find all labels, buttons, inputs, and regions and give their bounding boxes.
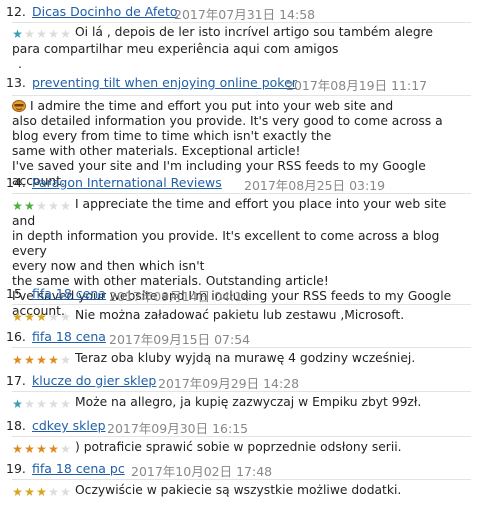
rating-stars: ★★★★★	[12, 199, 72, 214]
rating-stars: ★★★★★	[12, 442, 72, 457]
comment-text-line: .	[18, 57, 22, 71]
star-filled-icon: ★	[36, 310, 47, 324]
comment-body: ★★★★★ Oczywiście w pakiecie są wszystkie …	[12, 479, 471, 500]
star-filled-icon: ★	[48, 442, 59, 456]
comment-number: 14.	[6, 175, 26, 190]
star-filled-icon: ★	[24, 199, 35, 213]
comment-number: 17.	[6, 373, 26, 388]
comment-author-link[interactable]: fifa 18 cena	[32, 329, 106, 344]
star-filled-icon: ★	[24, 485, 35, 499]
star-empty-icon: ★	[36, 27, 47, 41]
star-filled-icon: ★	[12, 199, 23, 213]
comment-text-line: in depth information you provide. It's e…	[12, 229, 440, 258]
comment-author-link[interactable]: fifa 18 cena	[32, 286, 106, 301]
star-filled-icon: ★	[12, 485, 23, 499]
rating-stars: ★★★★★	[12, 485, 72, 500]
star-filled-icon: ★	[36, 442, 47, 456]
star-filled-icon: ★	[36, 353, 47, 367]
comment-text-line: every now and then which isn't	[12, 259, 205, 273]
star-filled-icon: ★	[12, 27, 23, 41]
rating-stars: ★★★★★	[12, 310, 72, 325]
comment-author-link[interactable]: Dicas Docinho de Afeto	[32, 4, 178, 19]
comment-body: ★★★★★ Nie można załadować pakietu lub zes…	[12, 304, 471, 325]
comment-number: 19.	[6, 461, 26, 476]
comment-author-link[interactable]: fifa 18 cena pc	[32, 461, 125, 476]
star-empty-icon: ★	[60, 442, 71, 456]
comment-list: 12. Dicas Docinho de Afeto 2017年07月31日 1…	[0, 0, 480, 506]
star-filled-icon: ★	[48, 353, 59, 367]
star-empty-icon: ★	[60, 310, 71, 324]
star-empty-icon: ★	[48, 397, 59, 411]
comment-body: ★★★★★ Może na allegro, ja kupię zazwyczaj…	[12, 391, 471, 412]
star-empty-icon: ★	[24, 27, 35, 41]
comment-number: 16.	[6, 329, 26, 344]
star-empty-icon: ★	[60, 353, 71, 367]
star-empty-icon: ★	[36, 199, 47, 213]
rating-stars: ★★★★★	[12, 353, 72, 368]
comment-text-line: same with other materials. Exceptional a…	[12, 144, 301, 158]
comment-number: 12.	[6, 4, 26, 19]
star-filled-icon: ★	[12, 442, 23, 456]
comment-text-line: blog every from time to time which isn't…	[12, 129, 332, 143]
comment-date: 2017年10月02日 17:48	[131, 464, 273, 479]
rating-stars: ★★★★★	[12, 397, 72, 412]
comment-body: ★★★★★) potraficie sprawić sobie w poprze…	[12, 436, 471, 457]
star-empty-icon: ★	[60, 485, 71, 499]
comment-text-line: para compartilhar meu experiência aqui c…	[12, 42, 339, 56]
comment-date: 2017年07月31日 14:58	[174, 7, 316, 22]
comment-number: 18.	[6, 418, 26, 433]
rating-stars: ★★★★★	[12, 27, 72, 42]
star-filled-icon: ★	[24, 442, 35, 456]
star-filled-icon: ★	[12, 397, 23, 411]
star-empty-icon: ★	[48, 310, 59, 324]
comment-author-link[interactable]: Paragon International Reviews	[32, 175, 222, 190]
comment-date: 2017年09月29日 14:28	[158, 376, 300, 391]
comment-text-line: Teraz oba kluby wyjdą na murawę 4 godzin…	[75, 351, 416, 365]
star-empty-icon: ★	[36, 397, 47, 411]
star-empty-icon: ★	[60, 27, 71, 41]
comment-date: 2017年09月30日 16:15	[107, 421, 249, 436]
star-filled-icon: ★	[12, 353, 23, 367]
comment-date: 2017年09月15日 07:54	[109, 332, 251, 347]
emoji-face-icon	[12, 100, 26, 112]
comment-text-line: also detailed information you provide. I…	[12, 114, 443, 128]
star-empty-icon: ★	[60, 397, 71, 411]
star-empty-icon: ★	[48, 27, 59, 41]
comment-text-line: ) potraficie sprawić sobie w poprzednie …	[75, 440, 402, 454]
comment-number: 13.	[6, 75, 26, 90]
star-filled-icon: ★	[24, 353, 35, 367]
comment-body: ★★★★★ Oi lá , depois de ler isto incrível…	[12, 22, 471, 72]
comment-date: 2017年08月25日 03:19	[244, 178, 386, 193]
comment-text-line: Nie można załadować pakietu lub zestawu …	[75, 308, 405, 322]
star-empty-icon: ★	[60, 199, 71, 213]
comment-number: 15.	[6, 286, 26, 301]
comment-text-line: I appreciate the time and effort you pla…	[12, 197, 447, 228]
comment-author-link[interactable]: klucze do gier sklep	[32, 373, 156, 388]
comment-text-line: I admire the time and effort you put int…	[30, 99, 394, 113]
star-filled-icon: ★	[36, 485, 47, 499]
comment-author-link[interactable]: cdkey sklep	[32, 418, 106, 433]
star-empty-icon: ★	[48, 199, 59, 213]
comment-body: ★★★★★ Teraz oba kluby wyjdą na murawę 4 g…	[12, 347, 471, 368]
star-empty-icon: ★	[48, 485, 59, 499]
star-empty-icon: ★	[24, 397, 35, 411]
comment-text-line: Oczywiście w pakiecie są wszystkie możli…	[75, 483, 402, 497]
comment-author-link[interactable]: preventing tilt when enjoying online pok…	[32, 75, 297, 90]
comment-text-line: Oi lá , depois de ler isto incrível arti…	[75, 25, 433, 39]
comment-date: 2017年09月14日 04:14	[109, 289, 251, 304]
comment-date: 2017年08月19日 11:17	[286, 78, 428, 93]
comment-text-line: Może na allegro, ja kupię zazwyczaj w Em…	[75, 395, 422, 409]
star-filled-icon: ★	[24, 310, 35, 324]
star-filled-icon: ★	[12, 310, 23, 324]
